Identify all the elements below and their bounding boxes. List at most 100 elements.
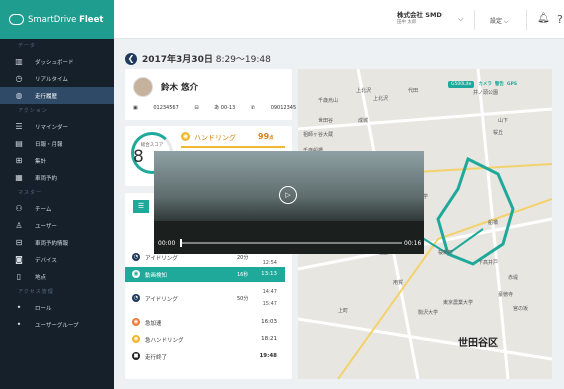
sidebar-item-label: 走行履歴 [35, 93, 58, 100]
handling-score: 99点 [258, 132, 274, 141]
id-icon: ▣ [133, 105, 138, 111]
back-button[interactable]: ❮ [125, 53, 137, 65]
globe-icon: ◍ [15, 91, 23, 100]
score-value: 8 [133, 147, 144, 167]
video-icon: ▣ [132, 270, 140, 278]
timeline-row[interactable]: ◉ 急加速 16:03 [125, 315, 285, 330]
timeline-duration: 16秒 [237, 272, 249, 278]
sidebar-item-label: 集計 [35, 158, 47, 165]
bullet-icon: • [16, 320, 22, 329]
timeline-label: 動画検知 [145, 273, 168, 279]
bullet-icon: • [16, 303, 22, 312]
user-icon: ♙ [15, 221, 23, 230]
sidebar-item[interactable]: • ユーザーグループ [0, 316, 114, 333]
map-place-label: 桜新町 [438, 250, 454, 256]
settings-menu[interactable]: 設定 ⌵ [490, 16, 508, 26]
timeline-time: 16:03 [261, 319, 277, 325]
topbar: 株式会社 SMD 田中 太郎 ⌵ 設定 ⌵ 🔔︎ ? [114, 0, 564, 39]
map-place-label: 駒沢大学 [418, 310, 439, 316]
sidebar-section-title: アクション [18, 108, 48, 114]
chevron-down-icon[interactable]: ⌵ [458, 15, 463, 24]
map-place-label: 上北沢 [356, 88, 372, 94]
sidebar-item[interactable]: ♙ ユーザー [0, 217, 114, 234]
sidebar-item-label: ユーザーグループ [35, 322, 79, 329]
driver-phone: 09012345 [270, 105, 297, 111]
map-place-label: 上町 [338, 308, 349, 314]
sidebar-item[interactable]: ▤ 日報・月報 [0, 135, 114, 152]
map-place-label: 豪徳寺 [498, 292, 514, 298]
map-place-label: 宮の坂 [513, 306, 529, 312]
end-icon: ■ [132, 352, 140, 360]
sidebar-item[interactable]: ◍ 走行履歴 [0, 87, 114, 104]
sidebar-item-label: 地点 [35, 274, 47, 281]
app: SmartDrive Fleet データ ▥ ダッシュボード ◷ リアルタイム ◍ 走行履歴… [0, 0, 564, 389]
sidebar-item-label: 車両予約 [35, 175, 58, 182]
map-place-label: 用賀 [393, 280, 404, 286]
timeline-label: アイドリング [145, 256, 178, 262]
accel-icon: ◉ [132, 318, 140, 326]
sidebar-item[interactable]: ⊟ 車両予約情報 [0, 234, 114, 251]
grid-icon: ⊞ [15, 156, 23, 165]
timeline-time: 13:13 [261, 271, 277, 277]
timeline-end-time: 12:54 [262, 260, 277, 266]
sidebar-item-label: ユーザー [35, 223, 57, 230]
video-duration: 00:16 [404, 240, 422, 247]
map-place-label: 赤堤 [508, 275, 519, 281]
timeline-time: 18:21 [261, 336, 277, 342]
video-player[interactable]: ▷ 00:00 00:16 [154, 151, 424, 254]
video-scrubber[interactable] [180, 239, 182, 247]
timeline-label: 急ハンドリング [145, 338, 184, 344]
driver-id: 01234567 [153, 105, 179, 111]
list-view-tab[interactable]: ☰ [133, 200, 149, 213]
handling-label: ハンドリング [194, 134, 236, 142]
sidebar-item-label: リマインダー [35, 124, 69, 131]
sidebar-item[interactable]: ⚇ チーム [0, 200, 114, 217]
map-place-label: 千歳烏山 [318, 98, 339, 104]
help-icon[interactable]: ? [557, 13, 563, 26]
timeline-label: 走行終了 [145, 355, 168, 361]
timeline-row[interactable]: ◉ 急ハンドリング 18:21 [125, 332, 285, 347]
list-icon: ☰ [15, 122, 23, 131]
video-progress-bar[interactable] [180, 242, 402, 244]
bell-icon[interactable]: 🔔︎ [537, 13, 550, 24]
brand-header[interactable]: SmartDrive Fleet [0, 0, 114, 39]
sidebar-item-label: 日報・月報 [35, 141, 63, 148]
trip-date: 2017年3月30日 8:29〜19:48 [142, 55, 271, 65]
video-dashboard [154, 221, 424, 254]
handling-bar [181, 146, 285, 148]
driver-plate: あ 00-13 [214, 105, 236, 111]
sidebar-item-label: デバイス [35, 257, 57, 264]
map-area-label: 世田谷区 [458, 338, 498, 349]
road [298, 107, 552, 131]
brand-logo-icon [9, 14, 24, 25]
sidebar-item[interactable]: ▯ 地点 [0, 268, 114, 285]
driver-info: ▣ 01234567 ⊟ あ 00-13 ✆ 09012345 [133, 104, 310, 111]
sidebar-item[interactable]: • ロール [0, 299, 114, 316]
timeline-end-time: 15:47 [262, 301, 277, 307]
sidebar-item-label: リアルタイム [35, 76, 68, 83]
timeline-row[interactable]: ◔ アイドリング 50分 14:47 15:47 [125, 289, 285, 307]
device-icon: ◙ [15, 255, 23, 264]
driver-name: 鈴木 悠介 [161, 83, 198, 93]
sidebar-item-label: ロール [35, 305, 52, 312]
map-place-label: 世田谷 [318, 118, 334, 124]
map-place-label: 山下 [498, 118, 509, 124]
timeline-row[interactable]: ▣ 動画検知 16秒 13:13 [125, 267, 285, 282]
timeline-row[interactable]: ■ 走行終了 19:48 [125, 349, 285, 364]
idle-icon: ◔ [132, 294, 140, 302]
sidebar-item[interactable]: ◷ リアルタイム [0, 70, 114, 87]
sidebar-item[interactable]: ◙ デバイス [0, 251, 114, 268]
sidebar-section-title: データ [18, 43, 37, 49]
sidebar-item[interactable]: ⊞ 集計 [0, 152, 114, 169]
sidebar-item[interactable]: ▥ ダッシュボード [0, 53, 114, 70]
sidebar-item[interactable]: ▦ 車両予約 [0, 169, 114, 186]
handling-icon: ◉ [181, 132, 190, 141]
map-icon: ▯ [16, 272, 22, 281]
play-icon[interactable]: ▷ [279, 186, 297, 204]
sidebar-item[interactable]: ☰ リマインダー [0, 118, 114, 135]
document-icon: ▤ [15, 139, 23, 148]
legend-item: 警告 [494, 82, 504, 87]
sidebar-item-label: ダッシュボード [35, 59, 74, 66]
company-switcher[interactable]: 株式会社 SMD 田中 太郎 [397, 11, 442, 27]
car-icon: ⊟ [194, 105, 199, 111]
